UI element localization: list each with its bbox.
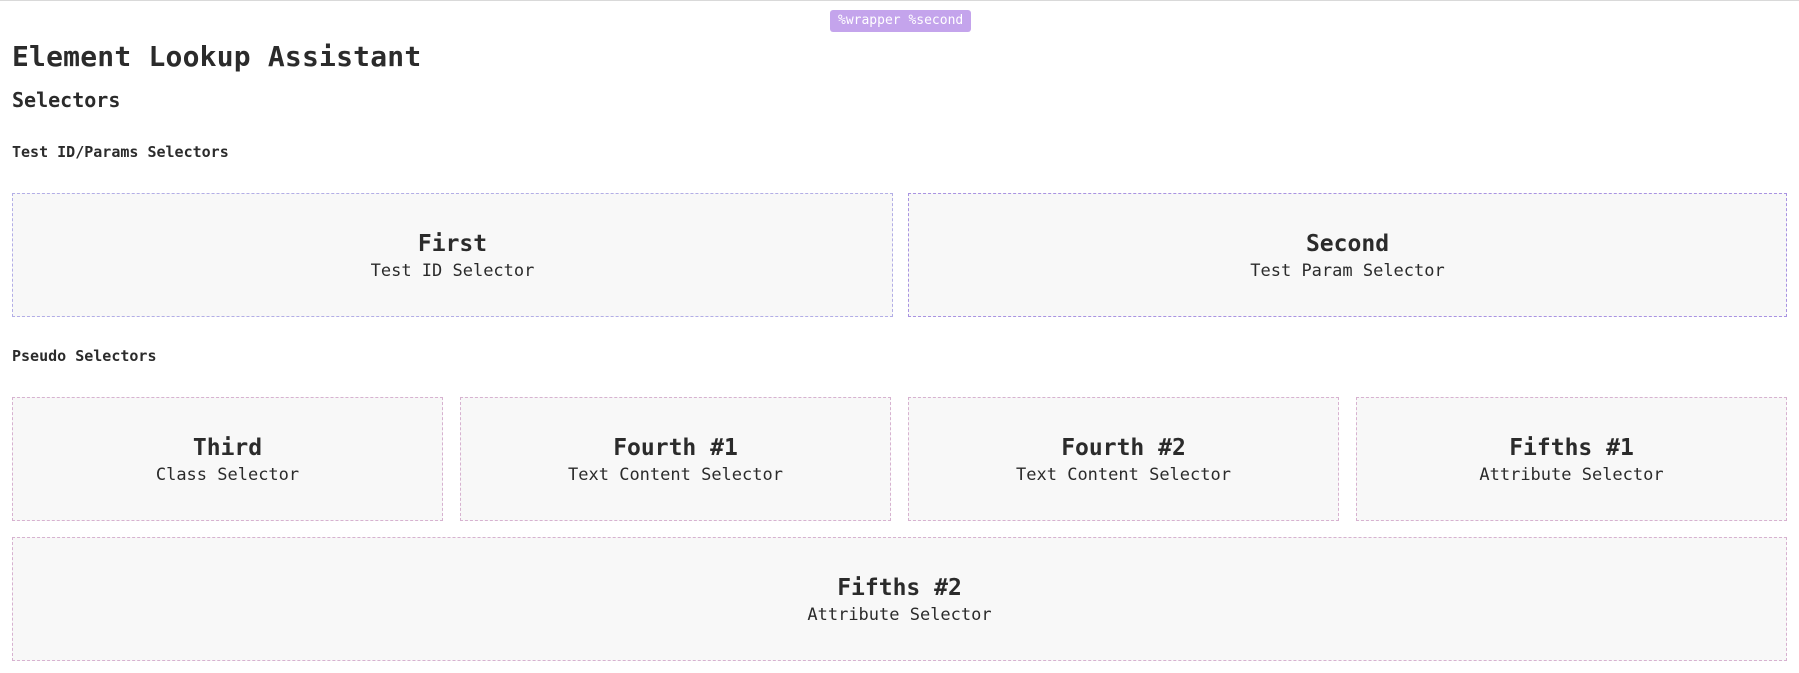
card-title: Fifths #2 [837, 574, 962, 601]
section-title-selectors: Selectors [12, 88, 121, 112]
card-fifths-1[interactable]: Fifths #1 Attribute Selector [1356, 397, 1787, 521]
card-third[interactable]: Third Class Selector [12, 397, 443, 521]
card-subtitle: Test Param Selector [1250, 260, 1445, 281]
app-title: Element Lookup Assistant [12, 40, 422, 73]
card-subtitle: Attribute Selector [807, 604, 992, 625]
card-title: Second [1305, 230, 1390, 257]
card-title: Fourth #2 [1061, 434, 1186, 461]
card-fourth-1[interactable]: Fourth #1 Text Content Selector [460, 397, 891, 521]
group-title-test-id: Test ID/Params Selectors [12, 143, 229, 161]
card-first[interactable]: First Test ID Selector [12, 193, 893, 317]
card-subtitle: Text Content Selector [1016, 464, 1231, 485]
card-fifths-2[interactable]: Fifths #2 Attribute Selector [12, 537, 1787, 661]
card-second[interactable]: Second Test Param Selector [908, 193, 1787, 317]
selector-overlay-badge: %wrapper %second [830, 10, 972, 32]
card-title: Fifths #1 [1509, 434, 1634, 461]
card-subtitle: Text Content Selector [568, 464, 783, 485]
card-subtitle: Test ID Selector [370, 260, 535, 281]
card-title: Fourth #1 [613, 434, 738, 461]
card-title: Third [192, 434, 263, 461]
card-fourth-2[interactable]: Fourth #2 Text Content Selector [908, 397, 1339, 521]
card-subtitle: Class Selector [155, 464, 300, 485]
card-title: First [417, 230, 488, 257]
group-title-pseudo: Pseudo Selectors [12, 347, 157, 365]
top-divider [0, 0, 1799, 1]
card-subtitle: Attribute Selector [1479, 464, 1664, 485]
